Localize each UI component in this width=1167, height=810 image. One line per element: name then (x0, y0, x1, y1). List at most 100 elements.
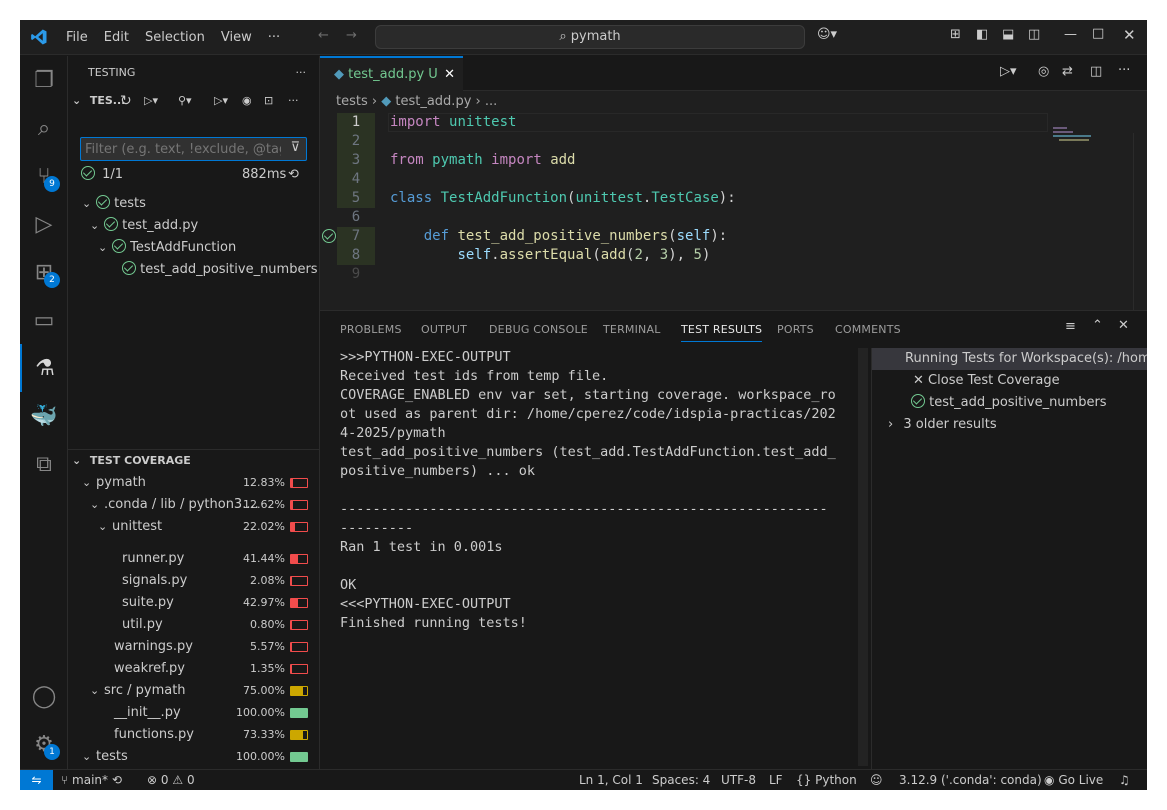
forward-arrow-icon[interactable]: → (346, 28, 357, 43)
maximize-icon[interactable]: □ (1092, 26, 1104, 41)
container-icon[interactable]: ⧉ (20, 440, 68, 488)
tests-section-header[interactable]: ⌄ TES... ↻ ▷▾ ⚲▾ ▷▾ ◉ ⊡ ··· (68, 90, 319, 112)
coverage-item[interactable]: suite.py 42.97% (68, 592, 319, 614)
remote-explorer-icon[interactable]: ▭ (20, 296, 68, 344)
editor-scrollbar[interactable] (1133, 133, 1147, 310)
close-panel-icon[interactable]: ✕ (1118, 318, 1129, 333)
menu-edit[interactable]: Edit (96, 20, 137, 55)
compare-changes-icon[interactable]: ⇄ (1062, 64, 1073, 79)
minimap[interactable] (1053, 127, 1113, 157)
breadcrumb-file[interactable]: test_add.py (395, 94, 471, 109)
testing-icon[interactable]: ⚗ (20, 344, 68, 392)
coverage-item[interactable]: ⌄ src / pymath 75.00% (68, 680, 319, 702)
python-interpreter[interactable]: 3.12.9 ('.conda': conda) (899, 770, 1042, 790)
source-control-icon[interactable]: ⑂ 9 (20, 152, 68, 200)
coverage-item[interactable]: ⌄ tests 100.00% (68, 746, 319, 768)
coverage-item[interactable]: weakref.py 1.35% (68, 658, 319, 680)
language-mode[interactable]: {} Python (796, 770, 857, 790)
tab-debug-console[interactable]: DEBUG CONSOLE (489, 323, 588, 336)
toggle-primary-sidebar-icon[interactable]: ◧ (976, 27, 988, 42)
output-scrollbar[interactable] (858, 348, 868, 766)
branch-indicator[interactable]: ⑂ main* ⟲ (61, 770, 122, 790)
tab-comments[interactable]: COMMENTS (835, 323, 901, 336)
coverage-item[interactable]: warnings.py 5.57% (68, 636, 319, 658)
run-debug-icon[interactable]: ▷ (20, 200, 68, 248)
editor-more-icon[interactable]: ··· (1118, 63, 1130, 78)
close-window-icon[interactable]: ✕ (1123, 26, 1136, 44)
debug-tests-icon[interactable]: ⚲▾ (178, 90, 192, 112)
close-coverage-item[interactable]: ✕ Close Test Coverage (872, 370, 1147, 392)
toggle-secondary-sidebar-icon[interactable]: ◫ (1028, 27, 1040, 42)
rerun-icon[interactable]: ⟲ (288, 164, 299, 186)
cursor-position[interactable]: Ln 1, Col 1 (579, 770, 643, 790)
minimize-icon[interactable]: — (1064, 27, 1077, 42)
encoding[interactable]: UTF-8 (721, 770, 756, 790)
copilot-edits-icon[interactable]: ◎ (1038, 64, 1049, 79)
copilot-icon[interactable]: ☺▾ (817, 27, 837, 42)
coverage-section-header[interactable]: ⌄ TEST COVERAGE (68, 450, 319, 472)
explorer-icon[interactable]: ❐ (20, 56, 68, 104)
go-live-button[interactable]: ◉ Go Live (1044, 770, 1103, 790)
filter-box[interactable]: ⊽ (80, 137, 307, 161)
coverage-item[interactable]: util.py 0.80% (68, 614, 319, 636)
command-center[interactable]: ⌕ pymath (375, 25, 805, 49)
breadcrumb-symbol[interactable]: ... (485, 94, 497, 109)
indentation[interactable]: Spaces: 4 (652, 770, 710, 790)
search-view-icon[interactable]: ⌕ (20, 104, 68, 152)
tab-terminal[interactable]: TERMINAL (603, 323, 661, 336)
coverage-item[interactable]: ⌄ unittest 22.02% (68, 516, 319, 538)
run-tests-icon[interactable]: ▷▾ (144, 90, 158, 112)
results-run-header[interactable]: Running Tests for Workspace(s): /hom... (872, 348, 1147, 370)
filter-funnel-icon[interactable]: ⊽ (290, 140, 300, 155)
manage-gear-icon[interactable]: ⚙ 1 (20, 720, 68, 768)
test-tree-item[interactable]: test_add_positive_numbers (68, 259, 319, 281)
run-file-icon[interactable]: ▷▾ (1000, 64, 1017, 79)
filter-input[interactable] (85, 140, 281, 158)
clear-output-icon[interactable]: ≡ (1065, 319, 1076, 334)
run-coverage-icon[interactable]: ▷▾ (214, 90, 228, 112)
accounts-icon[interactable]: ◯ (20, 672, 68, 720)
notifications-bell-icon[interactable]: ♫ (1119, 770, 1130, 790)
tab-problems[interactable]: PROBLEMS (340, 323, 402, 336)
copilot-status-icon[interactable]: ☺ (870, 770, 883, 790)
refresh-tests-icon[interactable]: ↻ (120, 90, 132, 112)
coverage-item[interactable]: signals.py 2.08% (68, 570, 319, 592)
tab-output[interactable]: OUTPUT (421, 323, 467, 336)
gutter-pass-icon[interactable] (322, 229, 336, 243)
run-continuous-icon[interactable]: ◉ (242, 90, 252, 112)
older-results-item[interactable]: › 3 older results (872, 414, 1147, 436)
toggle-panel-icon[interactable]: ⬓ (1002, 27, 1014, 42)
result-test-item[interactable]: test_add_positive_numbers (872, 392, 1147, 414)
problems-indicator[interactable]: ⊗ 0 ⚠ 0 (147, 770, 195, 790)
split-editor-icon[interactable]: ◫ (1090, 64, 1102, 79)
menu-file[interactable]: File (58, 20, 96, 55)
coverage-item[interactable]: ⌄ .conda / lib / python3.... 12.62% (68, 494, 319, 516)
coverage-item[interactable]: ⌄ pymath 12.83% (68, 472, 319, 494)
close-tab-icon[interactable]: ✕ (444, 58, 455, 91)
section-more-icon[interactable]: ··· (288, 90, 299, 112)
menu-view[interactable]: View (213, 20, 260, 55)
customize-layout-icon[interactable]: ⊞ (950, 27, 961, 42)
back-arrow-icon[interactable]: ← (318, 28, 329, 43)
breadcrumb-folder[interactable]: tests (336, 94, 368, 109)
coverage-item[interactable]: __init__.py 100.00% (68, 702, 319, 724)
maximize-panel-icon[interactable]: ⌃ (1092, 318, 1103, 333)
extensions-icon[interactable]: ⊞ 2 (20, 248, 68, 296)
tab-test-add-py[interactable]: ◆ test_add.py U ✕ (320, 56, 463, 91)
tab-ports[interactable]: PORTS (777, 323, 814, 336)
test-tree-item[interactable]: ⌄ test_add.py (68, 215, 319, 237)
terminal-output-icon[interactable]: ⊡ (264, 90, 273, 112)
more-actions-icon[interactable]: ··· (296, 62, 307, 84)
sync-icon[interactable]: ⟲ (112, 773, 122, 787)
line-ending[interactable]: LF (769, 770, 783, 790)
code-editor[interactable]: 1 import unittest 2 3 from pymath import a… (320, 113, 1147, 310)
menu-more[interactable]: ··· (260, 20, 288, 55)
test-tree-item[interactable]: ⌄ TestAddFunction (68, 237, 319, 259)
coverage-item[interactable]: functions.py 73.33% (68, 724, 319, 746)
remote-indicator-icon[interactable]: ⇋ (20, 770, 53, 790)
test-tree-item[interactable]: ⌄ tests (68, 193, 319, 215)
tab-test-results[interactable]: TEST RESULTS (681, 323, 763, 342)
docker-icon[interactable]: 🐳 (20, 392, 68, 440)
menu-selection[interactable]: Selection (137, 20, 213, 55)
coverage-item[interactable]: runner.py 41.44% (68, 548, 319, 570)
